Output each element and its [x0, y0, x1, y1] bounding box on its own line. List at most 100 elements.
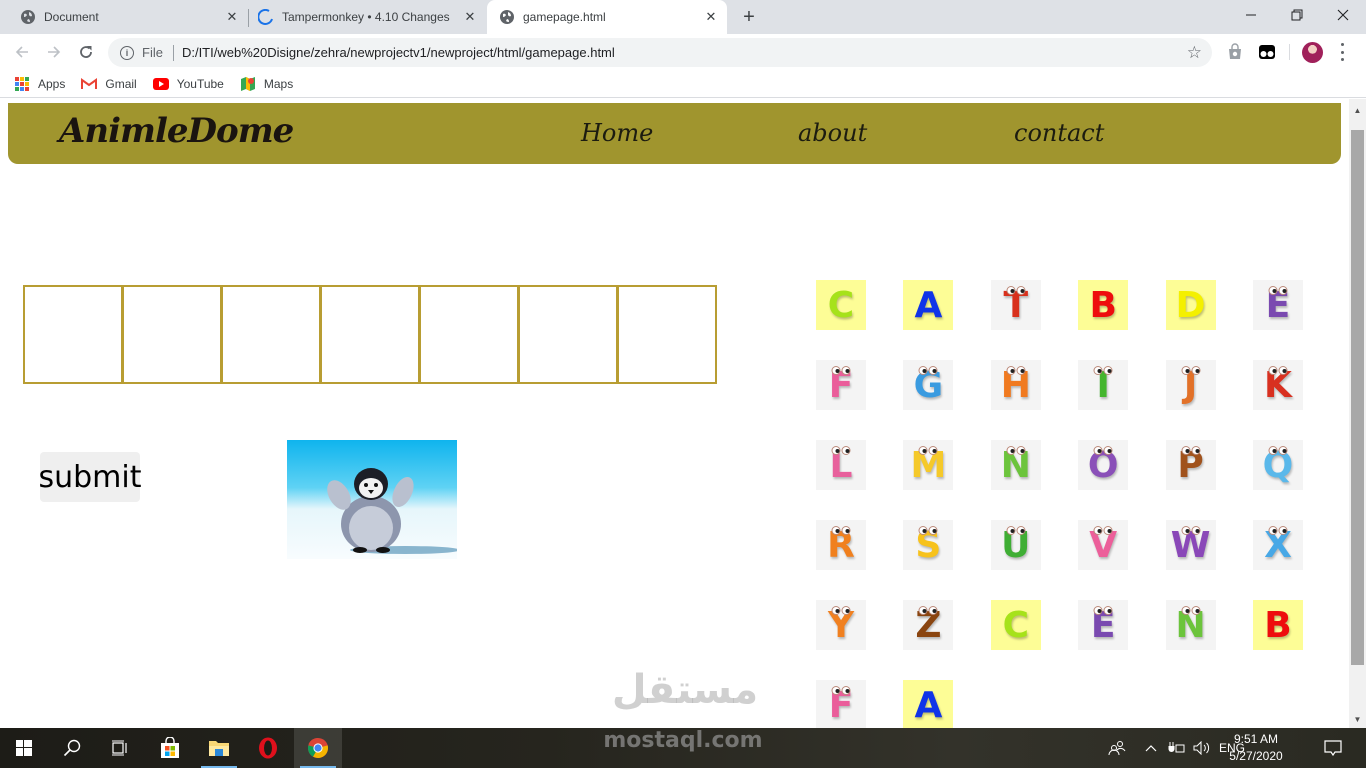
bookmark-star-icon[interactable]: ☆ — [1187, 43, 1202, 63]
letter-tile[interactable]: F — [816, 680, 866, 728]
letter-tile[interactable]: Q — [1252, 440, 1303, 490]
windows-start-icon[interactable] — [0, 728, 48, 768]
bookmark-gmail[interactable]: Gmail — [81, 76, 137, 92]
close-window-button[interactable] — [1320, 0, 1366, 30]
scroll-down-arrow-icon[interactable]: ▼ — [1349, 711, 1366, 728]
bookmark-apps[interactable]: Apps — [14, 76, 65, 92]
letter-tile[interactable]: T — [990, 280, 1041, 330]
bookmark-youtube[interactable]: YouTube — [152, 76, 224, 92]
reload-icon — [80, 46, 92, 58]
cartoon-eyes-icon — [1006, 446, 1026, 455]
globe-icon — [499, 9, 515, 25]
answer-box[interactable] — [518, 285, 618, 384]
show-hidden-icons-chevron-icon[interactable] — [1145, 728, 1157, 768]
new-tab-button[interactable]: + — [737, 5, 761, 29]
letter-tile[interactable]: L — [816, 440, 866, 490]
tab-document[interactable]: Document ✕ — [0, 0, 248, 34]
info-icon[interactable]: i — [120, 45, 134, 60]
letter-tile[interactable]: K — [1252, 360, 1303, 410]
gmail-icon — [81, 76, 98, 92]
penguin-image — [287, 440, 457, 559]
letter-tile[interactable]: F — [816, 360, 866, 410]
letter-tile[interactable]: H — [990, 360, 1041, 410]
profile-avatar[interactable] — [1302, 42, 1323, 63]
letter-tile[interactable]: D — [1165, 280, 1216, 330]
action-center-notification-icon[interactable] — [1324, 728, 1342, 768]
letter-tile[interactable]: R — [816, 520, 866, 570]
file-explorer-icon[interactable] — [195, 728, 243, 768]
store-extension-icon[interactable] — [1226, 43, 1244, 61]
letter-tile[interactable]: W — [1165, 520, 1216, 570]
nav-link-contact[interactable]: contact — [1014, 119, 1104, 147]
minimize-button[interactable] — [1228, 0, 1274, 30]
letter-tile[interactable]: Y — [816, 600, 866, 650]
toolbar-divider — [1289, 44, 1290, 60]
close-tab-icon[interactable]: ✕ — [703, 9, 719, 25]
letter-tile[interactable]: V — [1078, 520, 1129, 570]
tab-gamepage[interactable]: gamepage.html ✕ — [487, 0, 727, 34]
letter-tile[interactable]: N — [1165, 600, 1216, 650]
answer-box[interactable] — [419, 285, 519, 384]
answer-box[interactable] — [122, 285, 222, 384]
scroll-up-arrow-icon[interactable]: ▲ — [1349, 102, 1366, 119]
globe-icon — [20, 9, 36, 25]
letter-tile[interactable]: I — [1078, 360, 1129, 410]
letter-tile[interactable]: P — [1165, 440, 1216, 490]
site-navbar: AnimleDome Home about contact — [8, 103, 1341, 164]
answer-box[interactable] — [617, 285, 717, 384]
answer-box[interactable] — [320, 285, 420, 384]
volume-icon[interactable] — [1193, 728, 1211, 768]
browser-menu-icon[interactable] — [1337, 43, 1347, 61]
letter-tile[interactable]: E — [1078, 600, 1129, 650]
letter-tile[interactable]: M — [903, 440, 954, 490]
answer-box[interactable] — [221, 285, 321, 384]
submit-button[interactable]: submit — [39, 452, 142, 502]
back-button[interactable] — [10, 40, 34, 64]
url-text[interactable]: D:/ITI/web%20Disigne/zehra/newprojectv1/… — [182, 45, 1187, 60]
cartoon-eyes-icon — [1268, 526, 1288, 535]
tab-tampermonkey[interactable]: Tampermonkey • 4.10 Changes ✕ — [238, 0, 486, 34]
bookmark-maps[interactable]: Maps — [240, 76, 293, 92]
nav-link-home[interactable]: Home — [581, 119, 653, 147]
restore-button[interactable] — [1274, 0, 1320, 30]
people-icon[interactable] — [1108, 728, 1126, 768]
close-tab-icon[interactable]: ✕ — [462, 9, 478, 25]
letter-tile[interactable]: A — [903, 680, 954, 728]
letter-tile[interactable]: B — [1252, 600, 1303, 650]
letter-tile[interactable]: G — [903, 360, 954, 410]
search-icon[interactable] — [48, 728, 96, 768]
letter-tile[interactable]: C — [990, 600, 1041, 650]
answer-box[interactable] — [23, 285, 123, 384]
site-logo[interactable]: AnimleDome — [59, 111, 294, 151]
cartoon-eyes-icon — [1093, 606, 1113, 615]
letter-tile[interactable]: O — [1078, 440, 1129, 490]
cartoon-eyes-icon — [831, 686, 851, 695]
tampermonkey-extension-icon[interactable] — [1258, 43, 1276, 61]
cartoon-eyes-icon — [918, 606, 938, 615]
letter-tile[interactable]: N — [990, 440, 1041, 490]
microsoft-store-icon[interactable] — [146, 728, 194, 768]
reload-button[interactable] — [74, 40, 98, 64]
page-scrollbar[interactable]: ▲ ▼ — [1349, 99, 1366, 728]
letter-tile[interactable]: S — [903, 520, 954, 570]
battery-charging-icon[interactable] — [1167, 728, 1185, 768]
letter-tile[interactable]: E — [1252, 280, 1303, 330]
letter-tile[interactable]: B — [1078, 280, 1129, 330]
system-clock[interactable]: 9:51 AM 5/27/2020 — [1228, 731, 1284, 765]
letter-tile[interactable]: A — [903, 280, 954, 330]
letter-tile[interactable]: U — [990, 520, 1041, 570]
cartoon-eyes-icon — [831, 446, 851, 455]
nav-link-about[interactable]: about — [798, 119, 867, 147]
letter-tile[interactable]: J — [1165, 360, 1216, 410]
opera-icon[interactable] — [244, 728, 292, 768]
tab-title: Document — [44, 10, 99, 24]
task-view-icon[interactable] — [96, 728, 144, 768]
address-bar[interactable]: i File D:/ITI/web%20Disigne/zehra/newpro… — [108, 38, 1212, 67]
letter-tile[interactable]: X — [1252, 520, 1303, 570]
scrollbar-thumb[interactable] — [1351, 130, 1364, 665]
chrome-icon[interactable] — [294, 728, 342, 768]
tab-title: Tampermonkey • 4.10 Changes — [282, 10, 450, 24]
letter-tile[interactable]: Z — [903, 600, 954, 650]
letter-tile[interactable]: C — [816, 280, 866, 330]
forward-button[interactable] — [42, 40, 66, 64]
